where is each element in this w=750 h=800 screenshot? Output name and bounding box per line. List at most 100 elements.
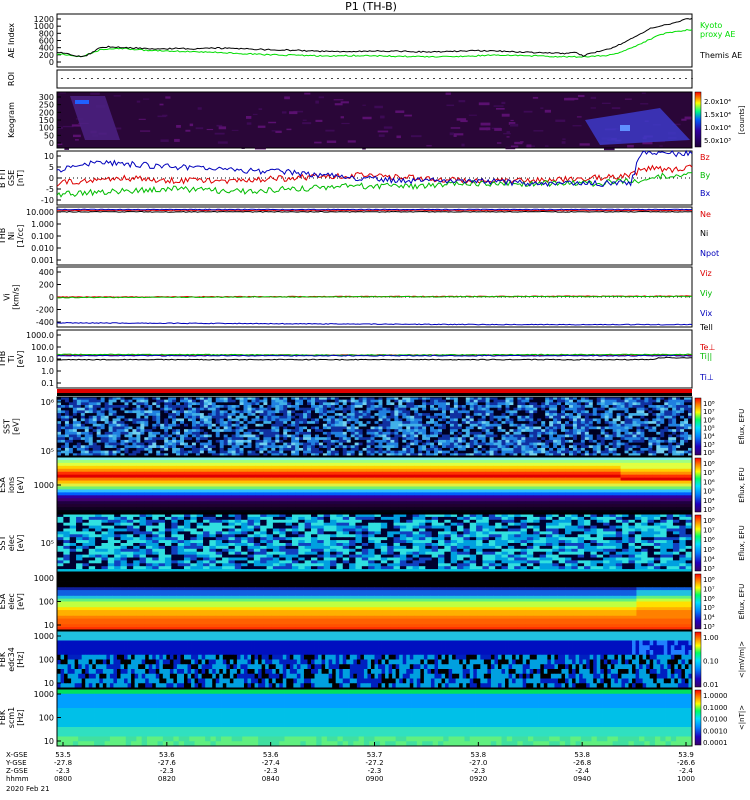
time-axis-tick-label: 1000 (677, 775, 695, 783)
time-axis-tick-label: -27.0 (469, 759, 487, 767)
svg-text:[km/s]: [km/s] (11, 284, 20, 310)
esa_ion-colorbar-tick: 10⁸ (703, 460, 715, 468)
density-series-0 (57, 209, 693, 212)
fbk_b-colorbar-tick: 0.0001 (703, 739, 728, 747)
fbk_b-spectrogram (57, 689, 693, 747)
fbk_e-colorbar-label: <|mV/m|> (738, 641, 746, 678)
velocity-series-2 (56, 321, 693, 326)
chart-title: P1 (TH-B) (345, 0, 397, 13)
velocity-tick-label: 0 (49, 293, 54, 302)
esa_elec-colorbar-tick: 10⁴ (703, 614, 715, 622)
date-label: 2020 Feb 21 (6, 785, 50, 793)
fbk_b-ylabel: FBK scm1 [Hz] (0, 707, 25, 728)
esa_ion-colorbar-tick: 10⁶ (703, 478, 715, 486)
fbk_e-ylabel: FBK edc34 [Hz] (0, 647, 25, 672)
fbk_e-tick-label: 10 (44, 679, 54, 688)
esa_ion-colorbar-tick: 10⁵ (703, 488, 715, 496)
svg-text:[counts]: [counts] (738, 105, 746, 134)
esa_elec-colorbar-tick: 10⁷ (703, 585, 715, 593)
bfield-tick-label: -5 (46, 185, 54, 194)
ae-tick-label: 0 (49, 58, 54, 67)
sst_ion-spectrogram (57, 397, 693, 457)
esa_elec-tick-label: 10 (44, 621, 54, 630)
keogram-colorbar-label: [counts] (738, 105, 746, 134)
keogram-colorbar-tick: 2.0x10⁴ (704, 98, 731, 106)
esa_ion-tick-label: 1000 (34, 481, 54, 490)
fbk_b-colorbar-tick: 0.0010 (703, 727, 728, 735)
time-axis-tick-label: -2.3 (160, 767, 174, 775)
density-tick-label: 1.000 (31, 220, 54, 229)
ae-ylabel: AE Index (7, 23, 16, 58)
fbk_b-tick-label: 10 (44, 737, 54, 746)
fbk_b-tick-label: 100 (39, 714, 54, 723)
time-axis-tick-label: -27.2 (365, 759, 383, 767)
velocity-legend-2: Vix (700, 309, 713, 318)
temperature-tick-label: 10.0 (36, 355, 54, 364)
fbk_b-colorbar-tick: 0.0100 (703, 716, 728, 724)
bfield-legend-1: By (700, 171, 710, 180)
sst_ion-colorbar-tick: 10⁵ (703, 425, 715, 433)
svg-text:[nT]: [nT] (16, 170, 25, 186)
time-axis-tick-label: 53.6 (263, 751, 279, 759)
bfield-tick-label: -10 (41, 196, 54, 205)
sst_ion-colorbar-label: Eflux, EFU (738, 409, 746, 444)
temperature-series-0 (57, 356, 693, 361)
esa_ion-colorbar-label: Eflux, EFU (738, 467, 746, 502)
fbk_e-tick-label: 1000 (34, 632, 54, 641)
svg-text:GSE: GSE (7, 170, 16, 186)
density-tick-label: 0.100 (31, 232, 54, 241)
keogram-colorbar-tick: 1.0x10⁴ (704, 124, 731, 132)
temperature-tick-label: 1000.0 (26, 331, 54, 340)
sst_ion-tick-label: 10⁵ (41, 447, 54, 456)
svg-text:Ni: Ni (7, 232, 16, 240)
time-axis-tick-label: -2.4 (679, 767, 693, 775)
chart-figure: P1 (TH-B) 120010008006004002000AE Index K… (0, 0, 746, 793)
time-axis-tick-label: 0840 (262, 775, 280, 783)
sst_elec-colorbar-tick: 10⁶ (703, 536, 715, 544)
bfield-tick-label: 5 (49, 163, 54, 172)
sst_ion-colorbar-tick: 10⁸ (703, 400, 715, 408)
sst_ion-colorbar (694, 397, 702, 456)
time-axis-tick-label: 53.5 (55, 751, 71, 759)
fbk_b-colorbar-tick: 1.0000 (703, 692, 728, 700)
time-axis-tick-label: -27.6 (158, 759, 177, 767)
time-axis-tick-label: 53.9 (678, 751, 694, 759)
velocity-legend-0: Viz (700, 269, 712, 278)
esa_ion-colorbar-tick: 10³ (703, 506, 715, 514)
time-axis-row-label: X-GSE (6, 751, 28, 759)
temperature-tick-label: 1.0 (41, 367, 54, 376)
ae-series-0 (56, 28, 693, 58)
density-legend-2: Npot (700, 249, 719, 258)
fbk_e-spectrogram (57, 631, 693, 689)
esa_elec-colorbar-tick: 10³ (703, 623, 715, 631)
esa_elec-colorbar-label: Eflux, EFU (738, 584, 746, 619)
time-axis-tick-label: 53.6 (159, 751, 175, 759)
time-axis: X-GSEY-GSEZ-GSEhhmm53.5-27.8-2.3080053.6… (5, 742, 696, 793)
esa_elec-colorbar-tick: 10⁸ (703, 576, 715, 584)
time-axis-tick-label: 0820 (158, 775, 176, 783)
temperature-panel (56, 329, 693, 389)
esa_elec-colorbar-tick: 10⁶ (703, 595, 715, 603)
time-axis-tick-label: -26.6 (677, 759, 696, 767)
ae-legend-0: Kyoto (700, 21, 722, 30)
bfield-tick-label: 10 (44, 152, 54, 161)
velocity-ylabel: Vi [km/s] (3, 284, 21, 310)
esa_elec-tick-label: 1000 (34, 574, 54, 583)
velocity-series-1 (56, 295, 693, 299)
density-tick-label: 0.010 (31, 244, 54, 253)
esa_ion-colorbar-tick: 10⁴ (703, 497, 715, 505)
svg-text:[1/cc]: [1/cc] (16, 225, 25, 248)
time-axis-tick-label: 0920 (469, 775, 487, 783)
esa_elec-spectrogram (57, 573, 693, 631)
time-axis-tick-label: -2.3 (368, 767, 382, 775)
ae-panel (56, 13, 693, 68)
time-axis-tick-label: -2.3 (56, 767, 70, 775)
fbk_e-colorbar-tick: 1.00 (703, 634, 719, 642)
velocity-tick-label: -200 (36, 306, 54, 315)
bfield-tick-label: 0 (49, 174, 54, 183)
time-axis-tick-label: 0800 (54, 775, 72, 783)
svg-text:Ti: Ti (7, 356, 16, 364)
svg-text:Keogram: Keogram (7, 102, 16, 138)
time-axis-tick-label: 0900 (366, 775, 384, 783)
fbk_b-colorbar-tick: 0.1000 (703, 704, 728, 712)
